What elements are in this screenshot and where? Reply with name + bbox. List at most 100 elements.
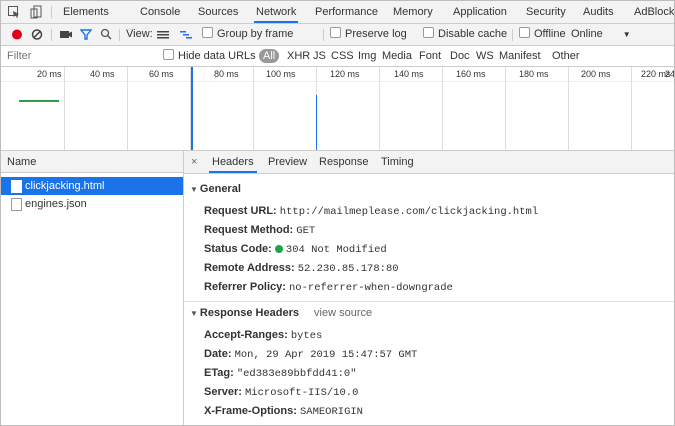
status-code-row: Status Code: 304 Not Modified bbox=[204, 243, 387, 256]
tick-label: 20 ms bbox=[37, 69, 62, 79]
tab-timing[interactable]: Timing bbox=[381, 151, 414, 173]
group-by-frame-checkbox[interactable]: Group by frame bbox=[202, 24, 293, 45]
disable-cache-checkbox[interactable]: Disable cache bbox=[423, 24, 507, 45]
filter-input[interactable] bbox=[7, 48, 147, 64]
tick-line bbox=[631, 67, 632, 150]
close-icon[interactable]: × bbox=[191, 151, 197, 173]
server-value: Microsoft-IIS/10.0 bbox=[244, 387, 359, 399]
tab-preview[interactable]: Preview bbox=[268, 151, 307, 173]
view-source-link[interactable]: view source bbox=[314, 307, 372, 319]
document-icon bbox=[11, 180, 22, 193]
type-filter-doc[interactable]: Doc bbox=[450, 46, 470, 66]
name-column-header[interactable]: Name bbox=[1, 151, 183, 173]
type-filter-css[interactable]: CSS bbox=[331, 46, 354, 66]
request-method-label: Request Method: bbox=[204, 224, 294, 236]
tab-sources[interactable]: Sources bbox=[198, 1, 238, 23]
tick-label: 200 ms bbox=[581, 69, 611, 79]
clear-icon[interactable] bbox=[31, 24, 43, 45]
tab-memory[interactable]: Memory bbox=[393, 1, 433, 23]
x-frame-options-row: X-Frame-Options: SAMEORIGIN bbox=[204, 405, 363, 418]
tab-console[interactable]: Console bbox=[140, 1, 180, 23]
detail-tabs: × Headers Preview Response Timing bbox=[184, 151, 674, 174]
referrer-policy-value: no-referrer-when-downgrade bbox=[289, 282, 453, 294]
load-event-marker bbox=[316, 95, 317, 150]
etag-row: ETag: "ed383e89bbfdd41:0" bbox=[204, 367, 357, 380]
tick-label: 24 bbox=[665, 69, 675, 79]
tab-application[interactable]: Application bbox=[453, 1, 507, 23]
tick-label: 80 ms bbox=[214, 69, 239, 79]
filter-bar: Hide data URLs All XHR JS CSS Img Media … bbox=[1, 46, 674, 67]
type-filter-ws[interactable]: WS bbox=[476, 46, 494, 66]
remote-address-value: 52.230.85.178:80 bbox=[297, 263, 399, 275]
throttling-select[interactable]: Online ▼ bbox=[571, 24, 631, 45]
tick-line bbox=[568, 67, 569, 150]
offline-label: Offline bbox=[534, 28, 566, 40]
capture-screenshots-icon[interactable] bbox=[59, 24, 73, 45]
preserve-log-label: Preserve log bbox=[345, 28, 407, 40]
document-icon bbox=[11, 198, 22, 211]
hide-data-urls-checkbox[interactable]: Hide data URLs bbox=[163, 46, 256, 66]
tick-label: 140 ms bbox=[394, 69, 424, 79]
type-filter-font[interactable]: Font bbox=[419, 46, 441, 66]
throttling-value: Online bbox=[571, 28, 603, 40]
request-method-row: Request Method: GET bbox=[204, 224, 315, 237]
request-timing-bar bbox=[19, 100, 59, 102]
inspect-element-icon[interactable] bbox=[7, 5, 21, 19]
requests-pane: Name clickjacking.html engines.json bbox=[1, 151, 184, 425]
filter-icon[interactable] bbox=[79, 24, 93, 45]
status-code-value: 304 Not Modified bbox=[285, 244, 387, 256]
device-toolbar-icon[interactable] bbox=[29, 5, 43, 19]
etag-value: "ed383e89bbfdd41:0" bbox=[236, 368, 357, 380]
type-filter-manifest[interactable]: Manifest bbox=[499, 46, 541, 66]
accept-ranges-label: Accept-Ranges: bbox=[204, 329, 288, 341]
type-filter-all[interactable]: All bbox=[259, 49, 280, 63]
general-section-toggle[interactable]: ▼ General bbox=[190, 183, 241, 195]
large-rows-icon[interactable] bbox=[156, 24, 170, 45]
tick-line bbox=[379, 67, 380, 150]
preserve-log-checkbox[interactable]: Preserve log bbox=[330, 24, 407, 45]
remote-address-row: Remote Address: 52.230.85.178:80 bbox=[204, 262, 399, 275]
waterfall-overview-icon[interactable] bbox=[179, 24, 193, 45]
network-overview[interactable]: 20 ms 40 ms 60 ms 80 ms 100 ms 120 ms 14… bbox=[1, 67, 674, 151]
tick-line bbox=[253, 67, 254, 150]
date-value: Mon, 29 Apr 2019 15:47:57 GMT bbox=[234, 349, 418, 361]
request-method-value: GET bbox=[296, 225, 316, 237]
tab-response[interactable]: Response bbox=[319, 151, 369, 173]
record-icon[interactable] bbox=[11, 24, 23, 45]
network-toolbar: View: Group by frame Preserve log Disabl… bbox=[1, 24, 674, 46]
type-filter-xhr[interactable]: XHR bbox=[287, 46, 310, 66]
tick-line bbox=[442, 67, 443, 150]
devtools-tab-bar: Elements Console Sources Network Perform… bbox=[1, 1, 674, 24]
type-filter-other[interactable]: Other bbox=[552, 46, 580, 66]
dom-content-loaded-marker bbox=[191, 67, 193, 150]
response-headers-section-toggle[interactable]: ▼ Response Headers view source bbox=[190, 307, 372, 319]
triangle-down-icon: ▼ bbox=[190, 185, 198, 194]
type-filter-img[interactable]: Img bbox=[358, 46, 376, 66]
hide-data-urls-label: Hide data URLs bbox=[178, 50, 256, 62]
request-row[interactable]: clickjacking.html bbox=[1, 177, 183, 195]
tab-adblock[interactable]: AdBlock bbox=[634, 1, 674, 23]
tick-line bbox=[127, 67, 128, 150]
section-divider bbox=[184, 301, 674, 302]
tab-performance[interactable]: Performance bbox=[315, 1, 378, 23]
tab-security[interactable]: Security bbox=[526, 1, 566, 23]
offline-checkbox[interactable]: Offline bbox=[519, 24, 566, 45]
request-row[interactable]: engines.json bbox=[1, 195, 183, 213]
general-title: General bbox=[199, 183, 241, 195]
x-frame-options-value: SAMEORIGIN bbox=[299, 406, 363, 418]
type-filter-media[interactable]: Media bbox=[382, 46, 412, 66]
tab-audits[interactable]: Audits bbox=[583, 1, 614, 23]
request-url-value: http://mailmeplease.com/clickjacking.htm… bbox=[279, 206, 539, 218]
request-url-row: Request URL: http://mailmeplease.com/cli… bbox=[204, 205, 538, 218]
tick-line bbox=[64, 67, 65, 150]
tick-label: 120 ms bbox=[330, 69, 360, 79]
tab-headers[interactable]: Headers bbox=[209, 151, 257, 173]
tab-network[interactable]: Network bbox=[253, 1, 299, 23]
request-detail-pane: × Headers Preview Response Timing ▼ Gener… bbox=[184, 151, 674, 425]
search-icon[interactable] bbox=[100, 24, 112, 45]
type-filter-js[interactable]: JS bbox=[313, 46, 326, 66]
disable-cache-label: Disable cache bbox=[438, 28, 508, 40]
remote-address-label: Remote Address: bbox=[204, 262, 295, 274]
devtools-window: Elements Console Sources Network Perform… bbox=[0, 0, 675, 426]
tab-elements[interactable]: Elements bbox=[63, 1, 109, 23]
